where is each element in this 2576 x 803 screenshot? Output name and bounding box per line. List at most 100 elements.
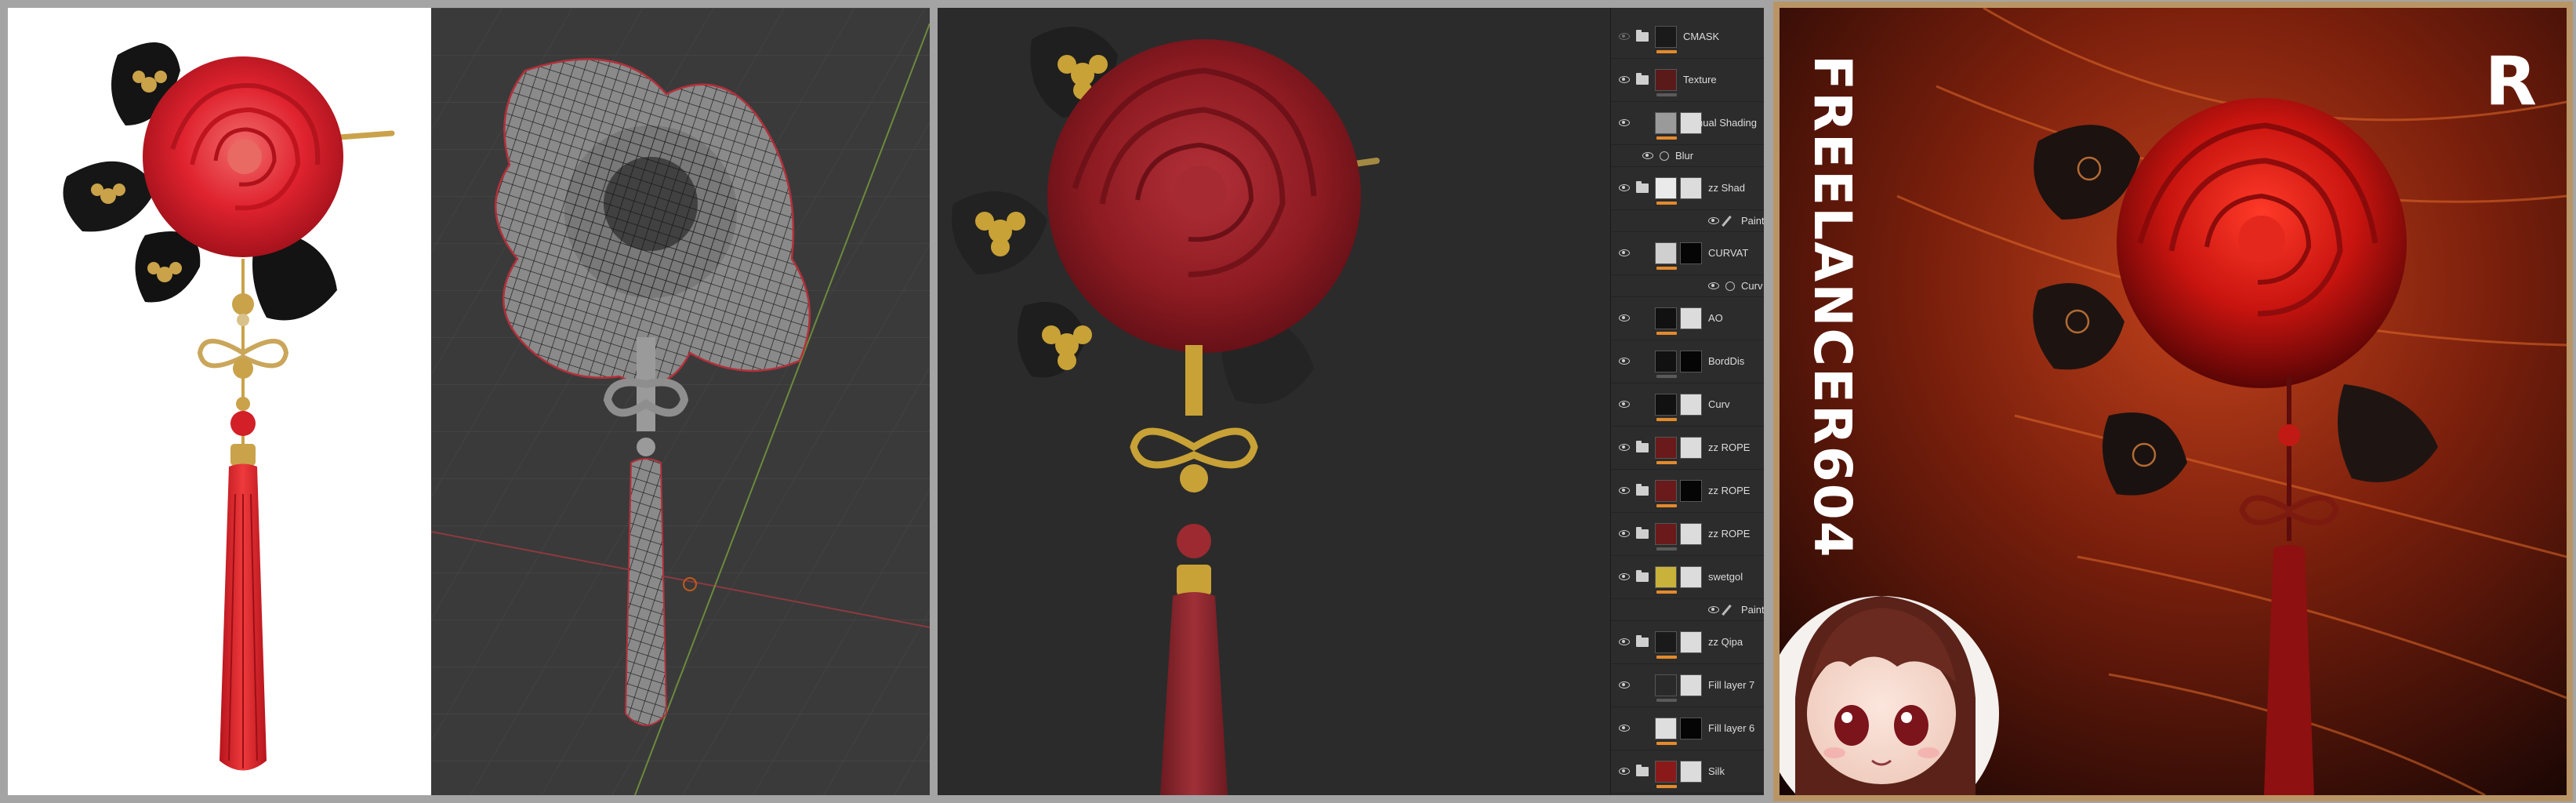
opacity-bar (1656, 785, 1677, 788)
opacity-bar (1656, 590, 1677, 594)
layer-mask-thumbnail (1680, 242, 1702, 264)
folder-icon (1636, 635, 1649, 647)
layer-row[interactable]: zz ROPE (1611, 427, 1764, 470)
layer-thumbnail (1655, 394, 1677, 416)
eye-icon[interactable] (1619, 76, 1630, 83)
final-render-image (1780, 8, 2567, 795)
eye-icon[interactable] (1619, 33, 1630, 40)
layer-row[interactable]: zz Shad (1611, 167, 1764, 210)
eye-icon[interactable] (1619, 768, 1630, 775)
eye-icon[interactable] (1642, 151, 1653, 159)
eye-icon[interactable] (1619, 184, 1630, 191)
layer-name: BordDis (1708, 355, 1745, 367)
texture-painter-viewport[interactable] (938, 8, 1610, 795)
layer-name: Fill layer 7 (1708, 679, 1755, 691)
eye-icon[interactable] (1619, 249, 1630, 256)
opacity-bar (1656, 267, 1677, 270)
layer-row[interactable]: CURVAT (1611, 232, 1764, 275)
eye-icon[interactable] (1619, 725, 1630, 732)
reference-photo-panel (8, 8, 431, 795)
layer-row[interactable]: Curv (1611, 275, 1764, 297)
eye-icon[interactable] (1619, 530, 1630, 537)
eye-icon[interactable] (1619, 401, 1630, 408)
final-render-panel: FREELANCER604 R (1780, 8, 2567, 795)
eye-icon[interactable] (1619, 681, 1630, 689)
layer-row[interactable]: CMASK (1611, 16, 1764, 59)
wireframe-mesh-view (431, 8, 930, 795)
layer-row[interactable]: Texture (1611, 59, 1764, 102)
layer-mask-thumbnail (1680, 566, 1702, 588)
layer-row[interactable]: Paint (1611, 210, 1764, 232)
layer-row[interactable]: zz Qipa (1611, 621, 1764, 664)
opacity-bar (1656, 504, 1677, 507)
folder-icon (1636, 181, 1649, 193)
opacity-bar (1656, 461, 1677, 464)
rose-hairpin-reference-image (63, 42, 395, 771)
layer-name: zz ROPE (1708, 528, 1751, 540)
layer-row[interactable]: Blur (1611, 145, 1764, 167)
eye-icon[interactable] (1619, 444, 1630, 451)
eye-icon[interactable] (1619, 314, 1630, 322)
opacity-bar (1656, 547, 1677, 550)
folder-icon (1636, 570, 1649, 582)
folder-icon (1636, 527, 1649, 539)
eye-icon[interactable] (1708, 282, 1719, 289)
folder-icon (1636, 765, 1649, 776)
folder-icon (1636, 30, 1649, 42)
layer-thumbnail (1655, 718, 1677, 739)
r-logo: R (2484, 42, 2537, 121)
layer-mask-thumbnail (1680, 394, 1702, 416)
layer-name: Curv (1741, 279, 1763, 292)
filter-icon (1660, 151, 1669, 161)
opacity-bar (1656, 656, 1677, 659)
layer-name: Blur (1675, 149, 1694, 162)
eye-icon[interactable] (1619, 119, 1630, 126)
layer-mask-thumbnail (1680, 177, 1702, 199)
opacity-bar (1656, 375, 1677, 378)
eye-icon[interactable] (1708, 216, 1719, 224)
opacity-bar (1656, 136, 1677, 140)
layer-thumbnail (1655, 242, 1677, 264)
layer-name: swetgol (1708, 571, 1743, 583)
layer-row[interactable]: Silk (1611, 750, 1764, 794)
layer-thumbnail (1655, 566, 1677, 588)
layer-row[interactable]: zz ROPE (1611, 470, 1764, 513)
layer-thumbnail (1655, 761, 1677, 783)
layer-row[interactable]: zz ROPE (1611, 513, 1764, 556)
layer-name: Fill layer 6 (1708, 722, 1755, 734)
wireframe-viewport-panel[interactable] (431, 8, 930, 795)
layer-name: zz Qipa (1708, 636, 1743, 648)
opacity-bar (1656, 332, 1677, 335)
layer-thumbnail (1655, 631, 1677, 653)
layer-row[interactable]: Fill layer 6 (1611, 707, 1764, 750)
folder-icon (1636, 73, 1649, 85)
layer-name: zz Shad (1708, 182, 1745, 194)
layer-row[interactable]: BordDis (1611, 340, 1764, 383)
layer-row[interactable]: Fill layer 7 (1611, 664, 1764, 707)
layer-name: CURVAT (1708, 247, 1749, 259)
layer-name: Texture (1683, 74, 1717, 85)
textured-rose-render (938, 8, 1610, 795)
layer-row[interactable]: Paint (1611, 599, 1764, 621)
brush-icon (1722, 215, 1732, 227)
eye-icon[interactable] (1619, 638, 1630, 645)
eye-icon[interactable] (1619, 573, 1630, 580)
layer-row[interactable]: AO (1611, 297, 1764, 340)
folder-icon (1636, 441, 1649, 452)
opacity-bar (1656, 50, 1677, 53)
layer-name: Curv (1708, 398, 1730, 410)
opacity-bar (1656, 202, 1677, 205)
layer-row[interactable]: Manual Shading (1611, 102, 1764, 145)
eye-icon[interactable] (1619, 358, 1630, 365)
layer-mask-thumbnail (1680, 351, 1702, 372)
eye-icon[interactable] (1619, 487, 1630, 494)
layer-row[interactable]: swetgol (1611, 556, 1764, 599)
layer-mask-thumbnail (1680, 480, 1702, 502)
layer-thumbnail (1655, 480, 1677, 502)
eye-icon[interactable] (1708, 605, 1719, 613)
watermark-vertical-text: FREELANCER604 (1802, 55, 1863, 559)
opacity-bar (1656, 742, 1677, 745)
layer-thumbnail (1655, 112, 1677, 134)
filter-icon (1725, 282, 1735, 291)
layer-row[interactable]: Curv (1611, 383, 1764, 427)
